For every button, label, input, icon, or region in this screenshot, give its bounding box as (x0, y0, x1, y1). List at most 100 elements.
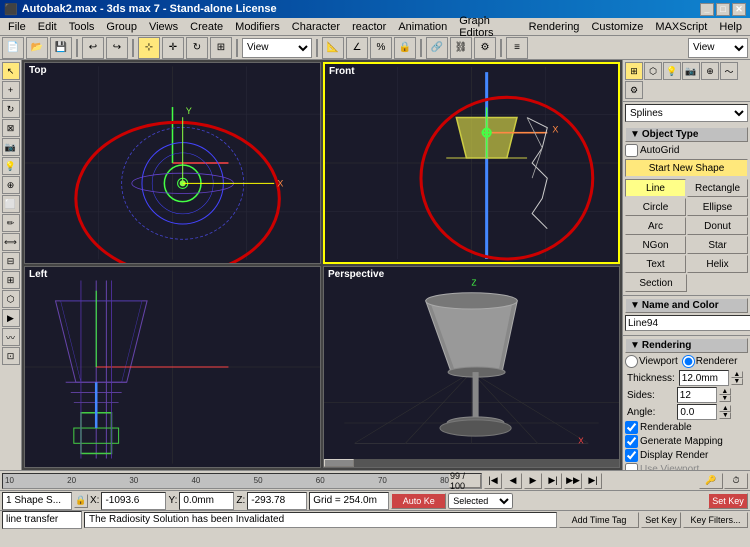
btn-section[interactable]: Section (625, 274, 687, 292)
btn-text[interactable]: Text (625, 255, 686, 273)
tool-paint[interactable]: ✏ (2, 214, 20, 232)
set-key-btn[interactable]: Set Key (708, 493, 748, 509)
create-lights[interactable]: 💡 (663, 62, 681, 80)
menu-edit[interactable]: Edit (32, 20, 63, 34)
selection-filter[interactable]: Selected (448, 493, 513, 509)
y-field[interactable]: 0.0mm (179, 492, 234, 510)
minimize-button[interactable]: _ (700, 3, 714, 16)
name-input[interactable] (625, 315, 750, 331)
sides-down[interactable]: ▼ (719, 395, 731, 402)
lock-btn[interactable]: 🔒 (74, 494, 88, 508)
layer-btn[interactable]: ≡ (506, 37, 528, 59)
angle-spinner[interactable]: ▲ ▼ (719, 405, 731, 419)
link-btn[interactable]: 🔗 (426, 37, 448, 59)
tool-mirror[interactable]: ⟺ (2, 233, 20, 251)
viewport-radio-label[interactable]: Viewport (625, 355, 678, 368)
tool-select[interactable]: ↖ (2, 62, 20, 80)
renderer-radio[interactable] (682, 355, 695, 368)
anim-prev-frame[interactable]: ◀ (504, 473, 522, 489)
add-time-tag-btn[interactable]: Add Time Tag (559, 512, 639, 528)
tool-helper[interactable]: ⊕ (2, 176, 20, 194)
create-spacewarps[interactable]: 〜 (720, 62, 738, 80)
btn-circle[interactable]: Circle (625, 198, 686, 216)
tool-camera[interactable]: 📷 (2, 138, 20, 156)
splines-dropdown[interactable]: Splines (625, 104, 748, 122)
percent-snap-btn[interactable]: % (370, 37, 392, 59)
menu-create[interactable]: Create (184, 20, 229, 34)
btn-helix[interactable]: Helix (687, 255, 748, 273)
move-btn[interactable]: ✛ (162, 37, 184, 59)
tool-light[interactable]: 💡 (2, 157, 20, 175)
anim-next-key[interactable]: ▶▶ (564, 473, 582, 489)
viewport-front[interactable]: Front (323, 62, 620, 264)
autogrid-checkbox[interactable] (625, 144, 638, 157)
tool-schematic[interactable]: ⊡ (2, 347, 20, 365)
bind-btn[interactable]: ⚙ (474, 37, 496, 59)
display-render-cb[interactable] (625, 449, 638, 462)
angle-snap-btn[interactable]: ∠ (346, 37, 368, 59)
tool-rotate[interactable]: ↻ (2, 100, 20, 118)
angle-down[interactable]: ▼ (719, 412, 731, 419)
snap-btn[interactable]: 📐 (322, 37, 344, 59)
tool-curve-editor[interactable]: 〰 (2, 328, 20, 346)
select-btn[interactable]: ⊹ (138, 37, 160, 59)
use-viewport-cb[interactable] (625, 463, 638, 470)
menu-tools[interactable]: Tools (63, 20, 101, 34)
time-mode[interactable]: ⏱ (724, 473, 748, 489)
btn-line[interactable]: Line (625, 179, 686, 197)
anim-last[interactable]: ▶| (584, 473, 602, 489)
time-current[interactable]: 99 / 100 (449, 474, 481, 488)
thickness-up[interactable]: ▲ (731, 371, 743, 378)
undo-btn[interactable]: ↩ (82, 37, 104, 59)
sides-spinner[interactable]: ▲ ▼ (719, 388, 731, 402)
btn-ellipse[interactable]: Ellipse (687, 198, 748, 216)
redo-btn[interactable]: ↪ (106, 37, 128, 59)
viewport-top[interactable]: Top (24, 62, 321, 264)
key-filters-btn[interactable]: Key Filters... (683, 512, 748, 528)
menu-animation[interactable]: Animation (392, 20, 453, 34)
menu-group[interactable]: Group (100, 20, 143, 34)
create-cameras[interactable]: 📷 (682, 62, 700, 80)
thickness-input[interactable] (679, 370, 729, 386)
tool-material[interactable]: ⬡ (2, 290, 20, 308)
z-field[interactable]: -293.78 (247, 492, 307, 510)
menu-character[interactable]: Character (286, 20, 346, 34)
tool-render[interactable]: ▶ (2, 309, 20, 327)
new-btn[interactable]: 📄 (2, 37, 24, 59)
tool-hierarchy[interactable]: ⊞ (2, 271, 20, 289)
create-shapes[interactable]: ⬡ (644, 62, 662, 80)
viewport-perspective[interactable]: Perspective (323, 266, 620, 468)
tool-scale[interactable]: ⊠ (2, 119, 20, 137)
open-btn[interactable]: 📂 (26, 37, 48, 59)
menu-rendering[interactable]: Rendering (523, 20, 586, 34)
menu-views[interactable]: Views (143, 20, 184, 34)
menu-modifiers[interactable]: Modifiers (229, 20, 286, 34)
anim-play[interactable]: ▶ (524, 473, 542, 489)
create-helpers[interactable]: ⊕ (701, 62, 719, 80)
save-btn[interactable]: 💾 (50, 37, 72, 59)
sides-up[interactable]: ▲ (719, 388, 731, 395)
btn-rectangle[interactable]: Rectangle (687, 179, 748, 197)
name-color-title[interactable]: ▼ Name and Color (625, 298, 748, 313)
maximize-button[interactable]: □ (716, 3, 730, 16)
create-systems[interactable]: ⚙ (625, 81, 643, 99)
tool-align[interactable]: ⊟ (2, 252, 20, 270)
scale-btn[interactable]: ⊞ (210, 37, 232, 59)
sides-input[interactable] (677, 387, 717, 403)
start-new-shape-btn[interactable]: Start New Shape (625, 159, 748, 177)
set-key-btn2[interactable]: Set Key (641, 512, 681, 528)
btn-ngon[interactable]: NGon (625, 236, 686, 254)
menu-reactor[interactable]: reactor (346, 20, 392, 34)
viewport-radio[interactable] (625, 355, 638, 368)
close-button[interactable]: ✕ (732, 3, 746, 16)
thickness-spinner[interactable]: ▲ ▼ (731, 371, 743, 385)
renderable-cb[interactable] (625, 421, 638, 434)
btn-arc[interactable]: Arc (625, 217, 686, 235)
btn-star[interactable]: Star (687, 236, 748, 254)
thickness-down[interactable]: ▼ (731, 378, 743, 385)
menu-customize[interactable]: Customize (585, 20, 649, 34)
object-type-title[interactable]: ▼ Object Type (625, 127, 748, 142)
key-mode[interactable]: 🔑 (699, 473, 723, 489)
create-geometry[interactable]: ⊞ (625, 62, 643, 80)
spinner-snap-btn[interactable]: 🔒 (394, 37, 416, 59)
